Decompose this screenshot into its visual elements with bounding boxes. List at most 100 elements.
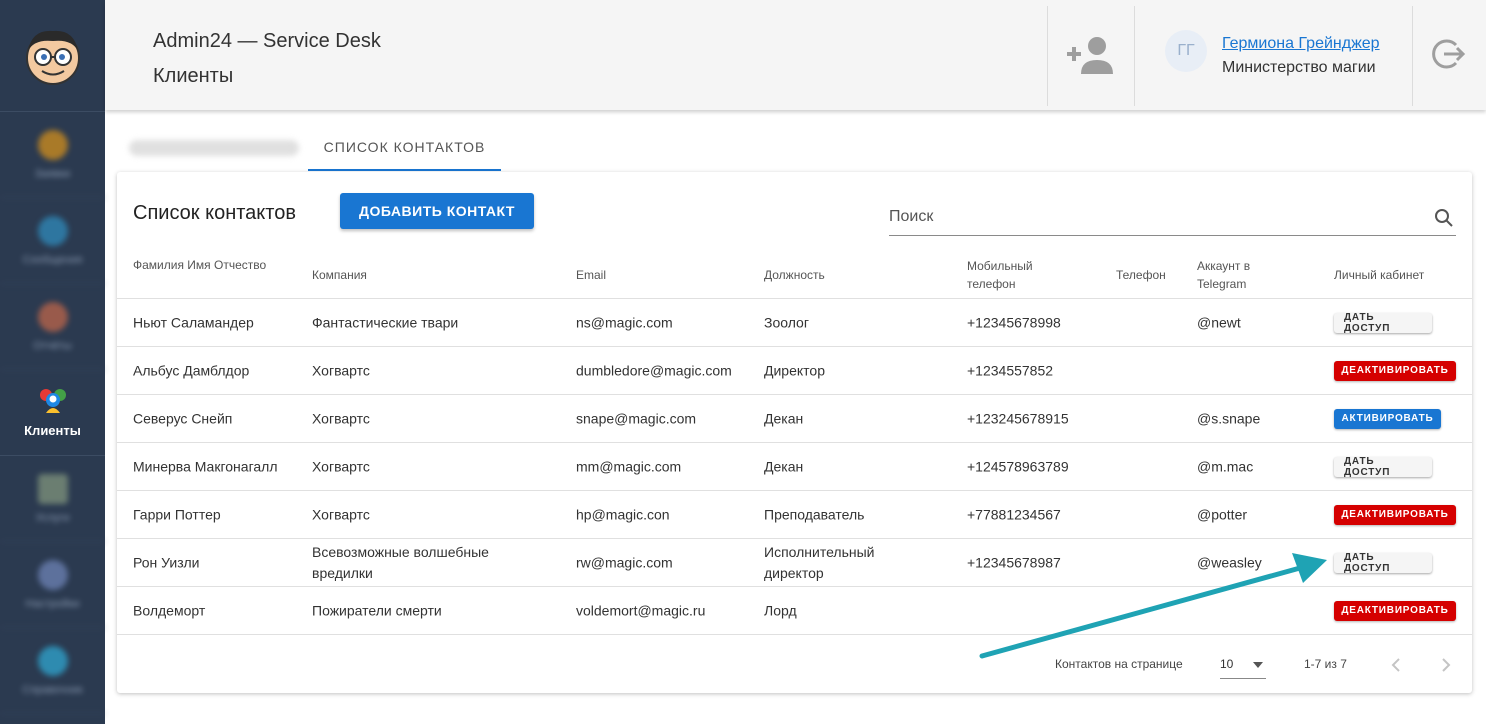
deactivate-button[interactable]: ДЕАКТИВИРОВАТЬ: [1334, 504, 1456, 525]
cell-company: Хогвартс: [312, 506, 370, 522]
cell-mobile: +1234557852: [967, 362, 1054, 378]
sidebar-item-label: Клиенты: [24, 423, 81, 438]
table-row[interactable]: Волдеморт Пожиратели смерти voldemort@magi…: [117, 587, 1472, 635]
cell-name: Минерва Макгонагалл: [133, 458, 278, 474]
avatar[interactable]: ГГ: [1165, 30, 1207, 72]
sidebar-item-label: Сообщения: [22, 253, 83, 266]
cell-mobile: +12345678987: [967, 554, 1061, 570]
user-organization: Министерство магии: [1222, 59, 1376, 76]
search-icon[interactable]: [1434, 208, 1454, 228]
reports-icon: [37, 301, 68, 332]
sidebar-item-tickets[interactable]: Заявки: [0, 112, 105, 198]
table-row[interactable]: Альбус Дамблдор Хогвартс dumbledore@magic.…: [117, 347, 1472, 395]
cell-position: Исполнительный директор: [764, 543, 875, 581]
user-name-link[interactable]: Гермиона Грейнджер: [1222, 35, 1380, 53]
pagination-range: 1-7 из 7: [1304, 657, 1347, 671]
chevron-left-icon[interactable]: [1389, 657, 1403, 673]
app-title: Admin24 — Service Desk: [153, 30, 381, 52]
cell-company: Фантастические твари: [312, 314, 459, 330]
cell-telegram: @s.snape: [1197, 410, 1261, 426]
clients-icon: [39, 389, 66, 413]
table-row[interactable]: Минерва Макгонагалл Хогвартс mm@magic.com Д…: [117, 443, 1472, 491]
cell-position: Лорд: [764, 602, 797, 618]
cell-position: Декан: [764, 458, 804, 474]
arrow-drop-down-icon: [1253, 662, 1263, 668]
cell-telegram: @potter: [1197, 506, 1248, 522]
cell-company: Хогвартс: [312, 410, 370, 426]
column-header-telegram[interactable]: Аккаунт в Telegram: [1197, 257, 1277, 293]
table-row[interactable]: Гарри Поттер Хогвартс hp@magic.con Преподав…: [117, 491, 1472, 539]
sidebar-item-label: Настройки: [25, 597, 80, 610]
column-header-phone[interactable]: Телефон: [1116, 266, 1166, 284]
cell-company: Хогвартс: [312, 362, 370, 378]
page-title: Клиенты: [153, 65, 234, 87]
cell-email: dumbledore@magic.com: [576, 362, 732, 378]
cell-name: Северус Снейп: [133, 410, 233, 426]
table-row[interactable]: Ньют Саламандер Фантастические твари ns@ma…: [117, 299, 1472, 347]
sidebar-item-services[interactable]: Услуги: [0, 456, 105, 542]
column-header-email[interactable]: Email: [576, 266, 606, 284]
cell-email: voldemort@magic.ru: [576, 602, 706, 618]
cell-position: Зоолог: [764, 314, 809, 330]
column-header-mobile[interactable]: Мобильный телефон: [967, 257, 1057, 293]
cell-telegram: @weasley: [1197, 554, 1262, 570]
tab-blurred[interactable]: [129, 140, 299, 156]
cell-name: Альбус Дамблдор: [133, 362, 250, 378]
sidebar-item-label: Отчёты: [33, 339, 72, 352]
search-box: [889, 202, 1456, 236]
activate-button[interactable]: АКТИВИРОВАТЬ: [1334, 408, 1441, 429]
deactivate-button[interactable]: ДЕАКТИВИРОВАТЬ: [1334, 600, 1456, 621]
sidebar-item-label: Справочник: [22, 683, 83, 696]
grant-access-button[interactable]: ДАТЬ ДОСТУП: [1334, 312, 1432, 334]
table-row[interactable]: Рон Уизли Всевозможные волшебные вредилки…: [117, 539, 1472, 587]
sidebar-item-messages[interactable]: Сообщения: [0, 198, 105, 284]
services-icon: [37, 473, 68, 504]
sidebar-item-label: Услуги: [35, 511, 70, 524]
person-add-icon[interactable]: [1065, 34, 1115, 78]
grant-access-button[interactable]: ДАТЬ ДОСТУП: [1334, 456, 1432, 478]
grant-access-button[interactable]: ДАТЬ ДОСТУП: [1334, 552, 1432, 574]
cell-mobile: +77881234567: [967, 506, 1061, 522]
cell-telegram: @m.mac: [1197, 458, 1254, 474]
rows-per-page-label: Контактов на странице: [1055, 657, 1183, 671]
column-header-position[interactable]: Должность: [764, 266, 825, 284]
cell-email: rw@magic.com: [576, 554, 673, 570]
table-pagination: Контактов на странице 10 1-7 из 7: [117, 637, 1472, 693]
table-row[interactable]: Северус Снейп Хогвартс snape@magic.com Дека…: [117, 395, 1472, 443]
sidebar-item-reports[interactable]: Отчёты: [0, 284, 105, 370]
sidebar-item-settings[interactable]: Настройки: [0, 542, 105, 628]
sidebar-item-directory[interactable]: Справочник: [0, 628, 105, 714]
app-logo[interactable]: [0, 0, 105, 112]
cell-email: mm@magic.com: [576, 458, 682, 474]
messages-icon: [37, 215, 68, 246]
cell-name: Ньют Саламандер: [133, 314, 254, 330]
cell-email: ns@magic.com: [576, 314, 673, 330]
tickets-icon: [37, 129, 68, 160]
header-divider: [1412, 6, 1413, 106]
sidebar-item-clients[interactable]: Клиенты: [0, 370, 105, 456]
table-header: Фамилия Имя Отчество Компания Email Долж…: [117, 252, 1472, 299]
cell-company: Всевозможные волшебные вредилки: [312, 543, 489, 581]
search-input[interactable]: [889, 202, 1409, 232]
cell-name: Рон Уизли: [133, 554, 200, 570]
header-titles: Admin24 — Service Desk Клиенты: [153, 30, 381, 88]
add-contact-button[interactable]: ДОБАВИТЬ КОНТАКТ: [340, 193, 534, 229]
chevron-right-icon[interactable]: [1439, 657, 1453, 673]
tab-contacts[interactable]: СПИСОК КОНТАКТОВ: [308, 128, 501, 171]
cell-email: snape@magic.com: [576, 410, 697, 426]
cell-company: Хогвартс: [312, 458, 370, 474]
cell-telegram: @newt: [1197, 314, 1241, 330]
header-divider: [1047, 6, 1048, 106]
logout-icon[interactable]: [1430, 36, 1466, 72]
column-header-company[interactable]: Компания: [312, 266, 367, 284]
cell-position: Преподаватель: [764, 506, 865, 522]
cell-mobile: +12345678998: [967, 314, 1061, 330]
sidebar-item-label: Заявки: [34, 167, 71, 180]
rows-per-page-select[interactable]: 10: [1220, 651, 1266, 679]
column-header-cabinet[interactable]: Личный кабинет: [1334, 266, 1424, 284]
cell-position: Директор: [764, 362, 825, 378]
cell-mobile: +124578963789: [967, 458, 1069, 474]
tab-bar: СПИСОК КОНТАКТОВ: [117, 128, 1472, 172]
column-header-name[interactable]: Фамилия Имя Отчество: [133, 256, 283, 274]
deactivate-button[interactable]: ДЕАКТИВИРОВАТЬ: [1334, 360, 1456, 381]
